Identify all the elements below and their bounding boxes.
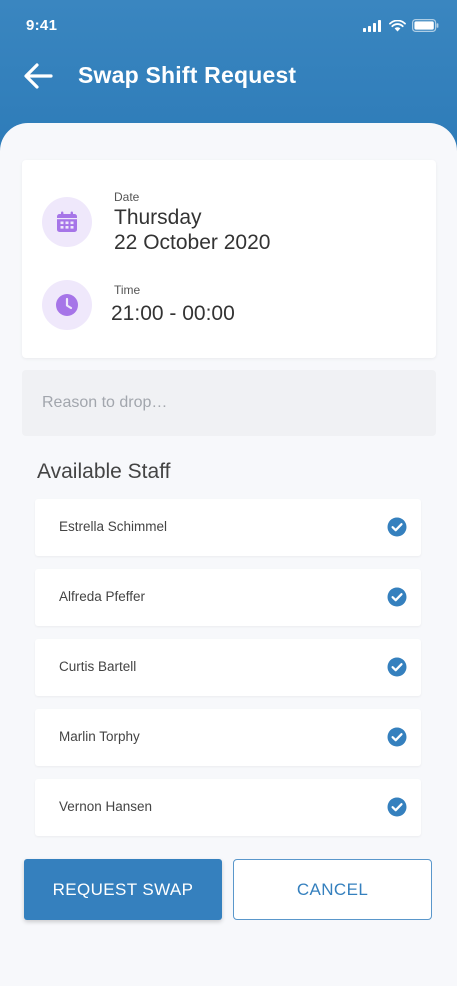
cancel-button[interactable]: CANCEL <box>233 859 432 920</box>
staff-item-marlin-torphy[interactable]: Marlin Torphy <box>35 709 421 766</box>
time-label: Time <box>114 283 141 297</box>
staff-name: Alfreda Pfeffer <box>59 589 146 604</box>
calendar-icon <box>42 197 92 247</box>
staff-name: Marlin Torphy <box>59 729 140 744</box>
available-staff-heading: Available Staff <box>37 460 171 483</box>
check-icon[interactable] <box>387 797 407 817</box>
staff-name: Estrella Schimmel <box>59 519 168 534</box>
check-icon[interactable] <box>387 727 407 747</box>
signal-icon <box>363 19 383 37</box>
staff-item-estrella-schimmel[interactable]: Estrella Schimmel <box>35 499 421 556</box>
staff-name: Vernon Hansen <box>59 799 153 814</box>
battery-icon <box>412 19 439 37</box>
staff-item-vernon-hansen[interactable]: Vernon Hansen <box>35 779 421 836</box>
staff-item-curtis-bartell[interactable]: Curtis Bartell <box>35 639 421 696</box>
staff-name: Curtis Bartell <box>59 659 137 674</box>
check-icon[interactable] <box>387 657 407 677</box>
date-label: Date <box>114 190 140 204</box>
staff-list: Estrella Schimmel Alfreda Pfeffer Curtis… <box>35 499 421 849</box>
back-arrow-icon[interactable] <box>22 60 54 92</box>
wifi-icon <box>389 19 406 37</box>
time-value: 21:00 - 00:00 <box>111 302 235 325</box>
status-bar: 9:41 <box>0 0 457 50</box>
staff-item-alfreda-pfeffer[interactable]: Alfreda Pfeffer <box>35 569 421 626</box>
content-sheet: Date Thursday 22 October 2020 Time 21:00… <box>0 123 457 986</box>
status-icons <box>363 19 439 37</box>
reason-input[interactable] <box>22 370 436 436</box>
check-icon[interactable] <box>387 587 407 607</box>
date-full: 22 October 2020 <box>114 231 271 254</box>
page-title: Swap Shift Request <box>78 62 297 88</box>
request-swap-button[interactable]: REQUEST SWAP <box>24 859 222 920</box>
date-day: Thursday <box>114 206 202 229</box>
clock-icon <box>42 280 92 330</box>
shift-info-card: Date Thursday 22 October 2020 Time 21:00… <box>22 160 436 358</box>
check-icon[interactable] <box>387 517 407 537</box>
status-time: 9:41 <box>26 17 58 34</box>
